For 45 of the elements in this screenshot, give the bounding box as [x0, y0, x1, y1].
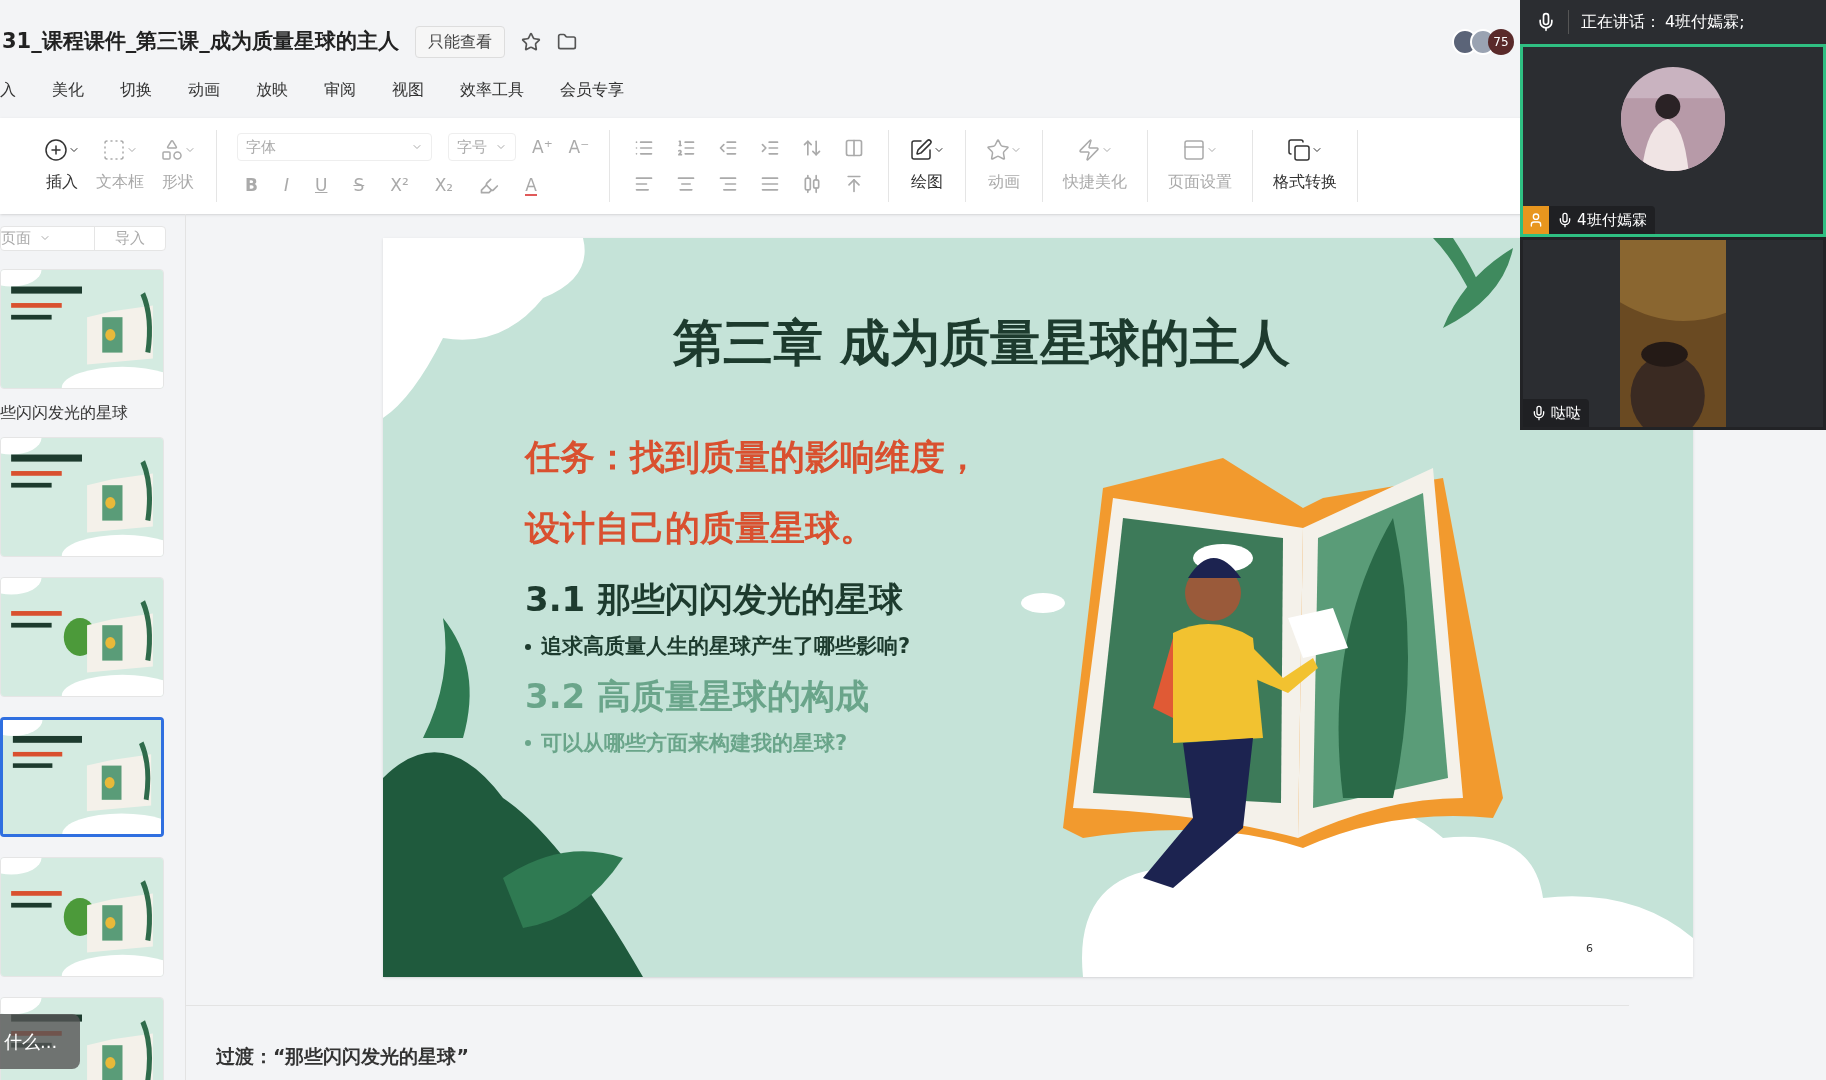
document-title: 31_课程课件_第三课_成为质量星球的主人 — [2, 28, 399, 56]
menu-item[interactable]: 放映 — [256, 78, 288, 102]
toolbar-button[interactable]: 插入 — [44, 138, 80, 194]
bullet-text: 追求高质量人生的星球产生了哪些影响? — [541, 633, 911, 660]
menu-item[interactable]: 入 — [0, 78, 16, 102]
video-tile[interactable]: 4班付嫣霖 — [1520, 44, 1826, 237]
format-button[interactable]: X² — [390, 173, 409, 199]
participant-name: 4班付嫣霖 — [1549, 205, 1655, 234]
menu-item[interactable]: 会员专享 — [560, 78, 624, 102]
format-button[interactable]: I — [283, 173, 289, 199]
font-size-button[interactable]: A⁺ — [532, 134, 553, 160]
format-button[interactable]: B — [245, 173, 258, 199]
format-button[interactable]: S — [353, 173, 365, 199]
bullet-text: 可以从哪些方面来构建我的星球? — [541, 729, 848, 757]
task-text: 设计自己的质量星球。 — [525, 506, 876, 550]
speaker-notes: 过渡：“那些闪闪发光的星球” — [216, 1045, 469, 1067]
task-text: 任务：找到质量的影响维度， — [525, 436, 981, 479]
import-button[interactable]: 导入 — [95, 227, 165, 250]
size-select[interactable]: 字号 — [448, 133, 516, 162]
toolbar-button[interactable]: 格式转换 — [1253, 130, 1359, 202]
menu-item[interactable]: 切换 — [120, 78, 152, 102]
format-button[interactable]: U — [315, 173, 328, 199]
view-only-badge: 只能查看 — [414, 26, 505, 58]
page-number: 6 — [1586, 940, 1593, 957]
menu-item[interactable]: 视图 — [392, 78, 424, 102]
section-heading: 3.2 高质量星球的构成 — [525, 674, 871, 718]
slide-title: 第三章 成为质量星球的主人 — [673, 313, 1292, 374]
font-select[interactable]: 字体 — [237, 133, 432, 162]
participant-name: 哒哒 — [1523, 398, 1589, 427]
menu-item[interactable]: 美化 — [52, 78, 84, 102]
section-title[interactable]: 些闪闪发光的星球 — [0, 400, 185, 425]
speaker-name: 4班付嫣霖; — [1665, 11, 1745, 33]
menu-item[interactable]: 动画 — [188, 78, 220, 102]
page-dropdown[interactable]: 页面 — [1, 227, 95, 250]
font-color-button[interactable]: A — [525, 176, 537, 196]
menu-item[interactable]: 审阅 — [324, 78, 356, 102]
font-size-button[interactable]: A⁻ — [568, 134, 590, 160]
tooltip: 什么... — [0, 1014, 80, 1069]
video-tile[interactable]: 哒哒 — [1520, 237, 1826, 430]
participant-count: 75 — [1488, 29, 1514, 55]
toolbar-button[interactable]: 绘图 — [889, 130, 967, 202]
section-heading: 3.1 那些闪闪发光的星球 — [525, 578, 905, 621]
menu-item[interactable]: 效率工具 — [460, 78, 524, 102]
format-button[interactable]: X₂ — [434, 173, 454, 199]
speaking-label: 正在讲话： — [1568, 10, 1661, 34]
